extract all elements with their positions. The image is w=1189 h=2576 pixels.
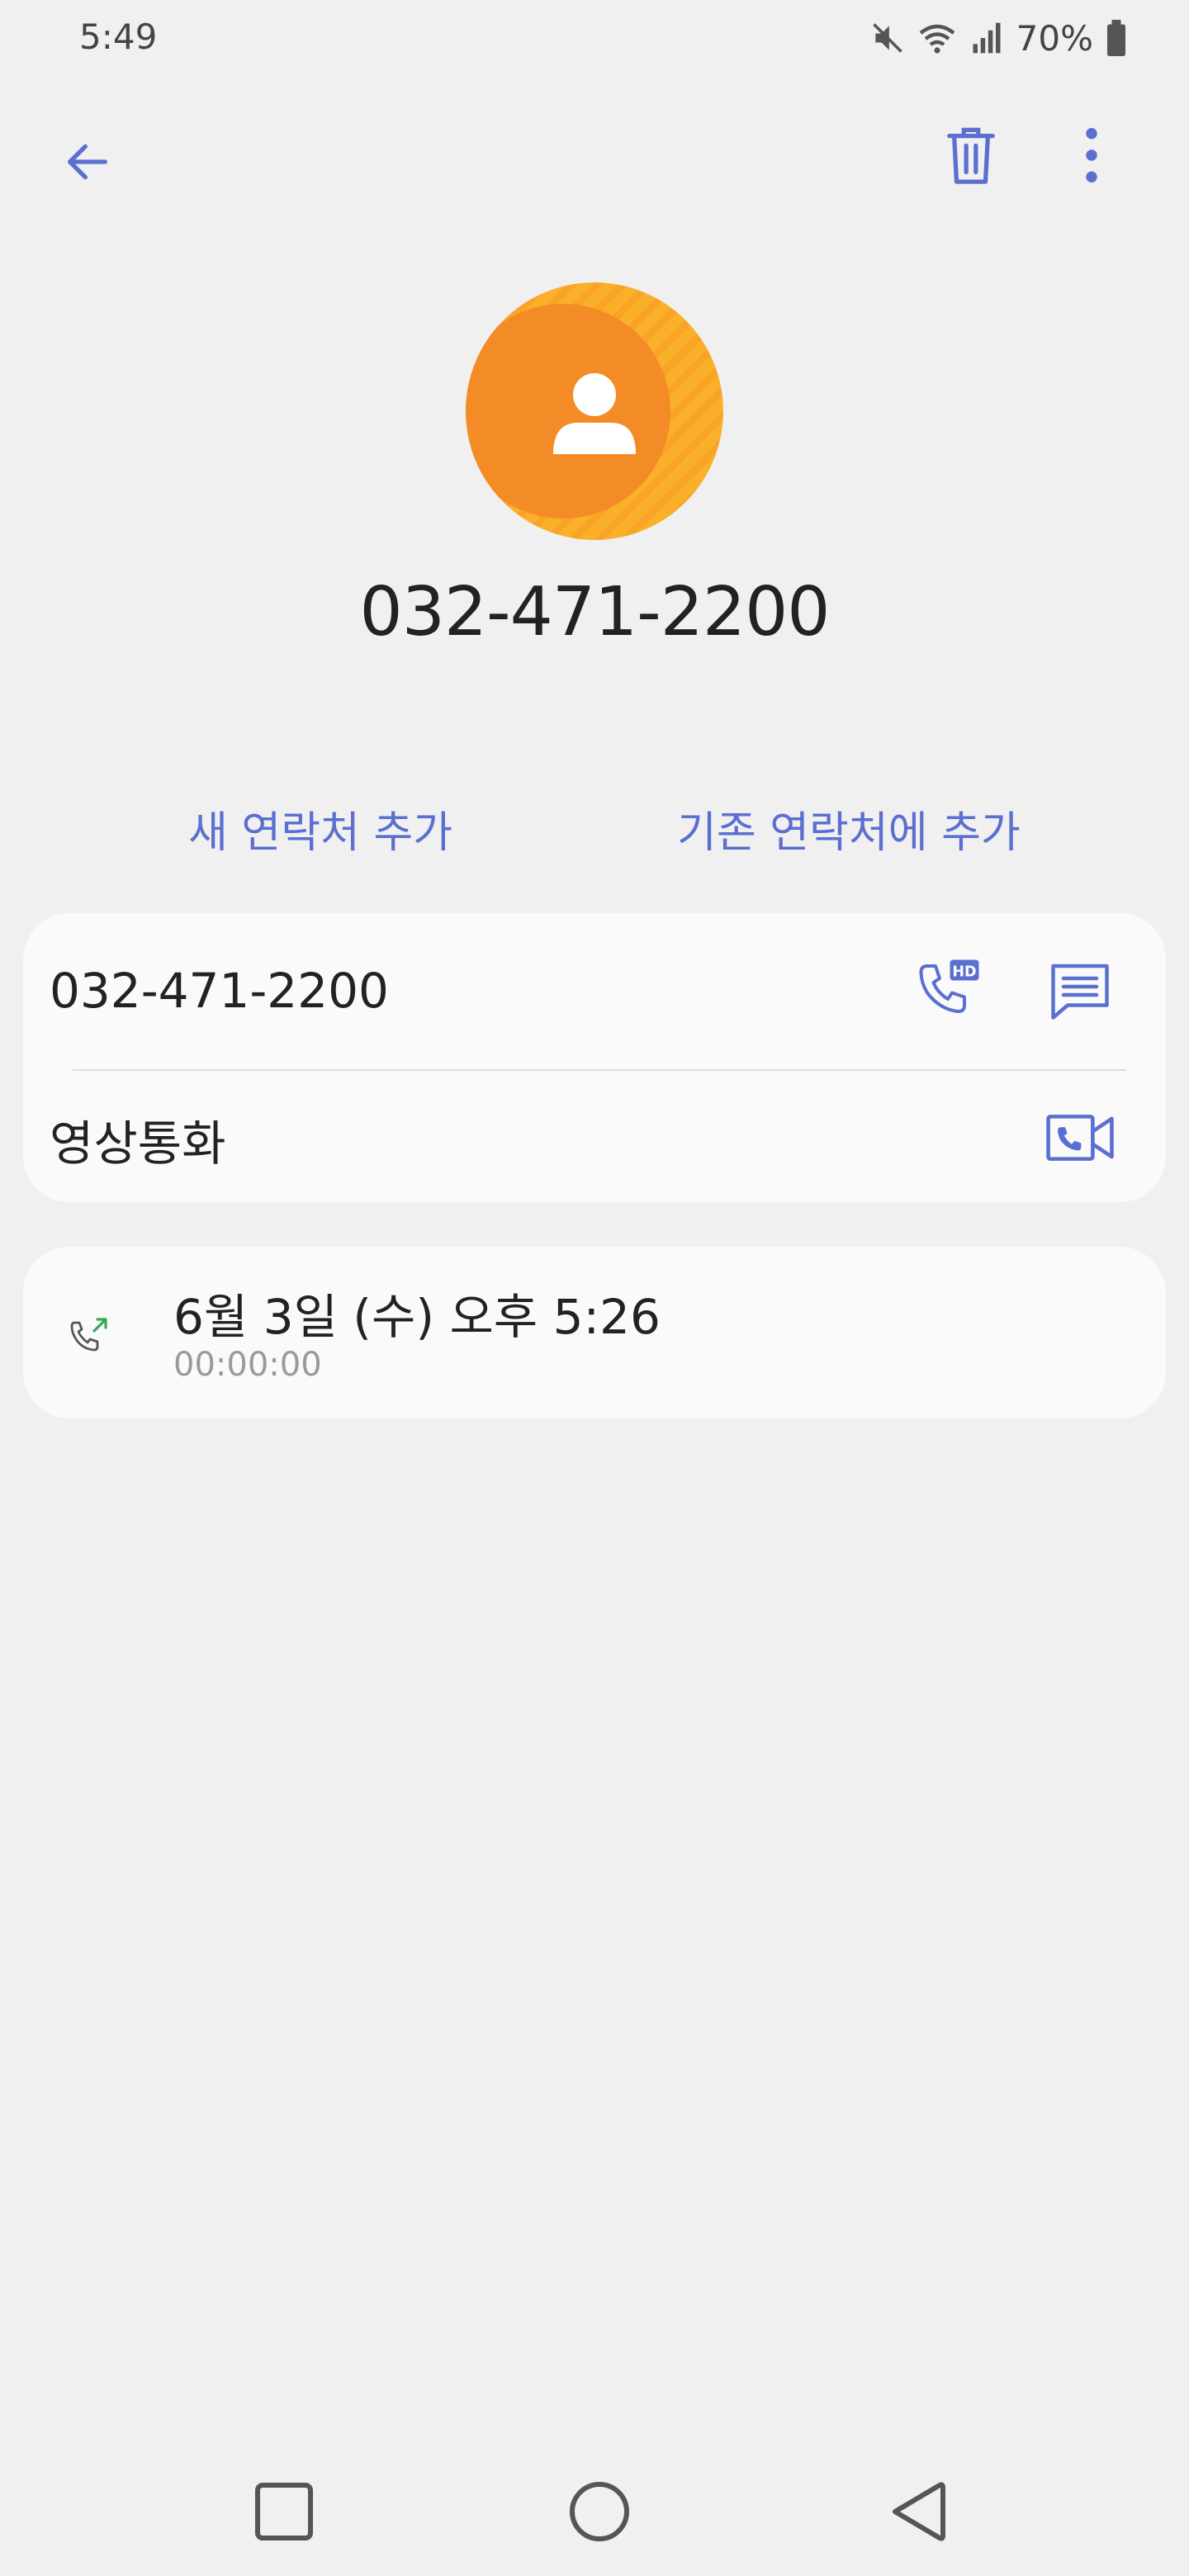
more-vert-icon [1086,128,1097,182]
battery-percent: 70% [1016,17,1093,59]
status-time: 5:49 [79,17,158,57]
trash-icon [947,127,995,184]
back-triangle-icon [893,2482,945,2541]
mute-icon [872,23,902,53]
add-to-existing-contact-link[interactable]: 기존 연락처에 추가 [677,798,1021,859]
message-button[interactable] [1040,951,1120,1030]
back-button[interactable] [50,124,126,200]
call-log-duration: 00:00:00 [173,1346,322,1384]
recents-square-icon [255,2483,313,2540]
contact-avatar [466,282,723,540]
wifi-icon [919,24,955,54]
home-button[interactable] [558,2470,641,2553]
add-new-contact-link[interactable]: 새 연락처 추가 [188,798,452,859]
hd-call-button[interactable]: HD [908,951,988,1030]
row-divider [73,1069,1126,1071]
more-options-button[interactable] [1054,117,1130,193]
phone-number-row-label[interactable]: 032-471-2200 [50,963,389,1019]
recents-button[interactable] [243,2470,325,2553]
message-icon [1051,964,1109,1020]
battery-icon [1107,20,1125,56]
signal-icon [973,22,1001,54]
home-circle-icon [570,2482,629,2541]
video-call-button[interactable] [1040,1098,1120,1177]
back-nav-button[interactable] [877,2470,959,2553]
call-log-date: 6월 3일 (수) 오후 5:26 [173,1289,661,1345]
svg-text:HD: HD [952,964,976,981]
delete-button[interactable] [933,117,1009,193]
video-call-row-label[interactable]: 영상통화 [50,1105,225,1174]
outgoing-call-icon [66,1313,112,1359]
status-icons: 70% [869,15,1128,61]
hd-call-icon: HD [919,959,979,1013]
video-call-icon [1046,1115,1114,1161]
status-bar: 5:49 70% [0,0,1189,76]
contact-number-title: 032-471-2200 [359,573,831,651]
back-arrow-icon [68,144,107,180]
